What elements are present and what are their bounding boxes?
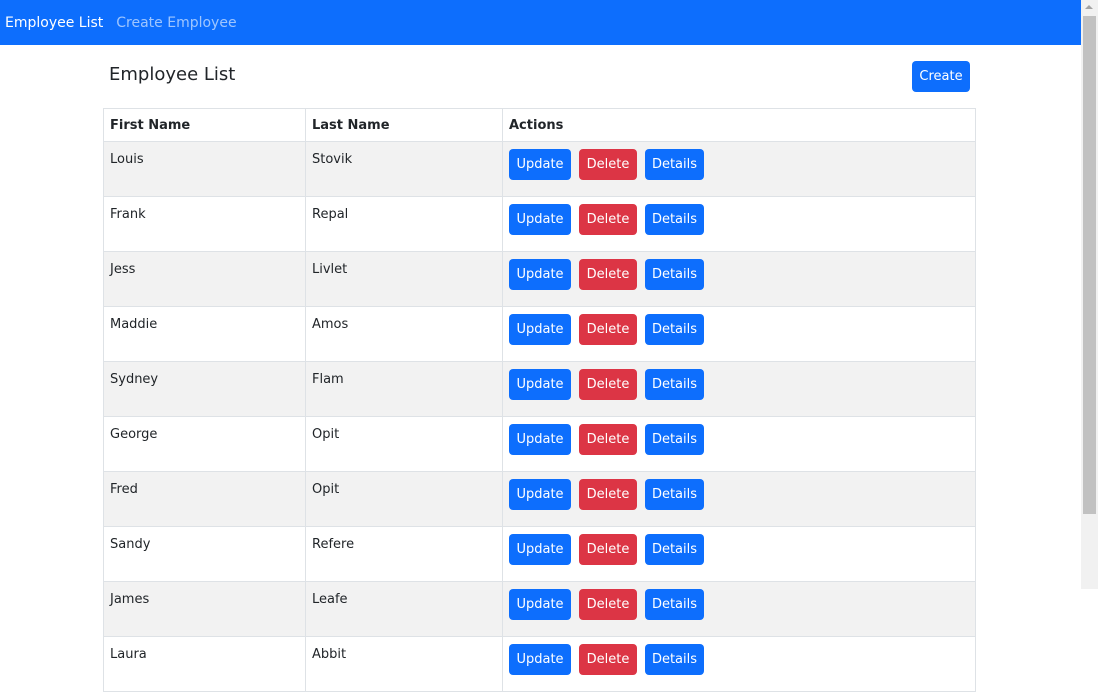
delete-button[interactable]: Delete — [579, 589, 637, 620]
page-title: Employee List — [109, 64, 236, 85]
cell-last-name: Stovik — [305, 141, 503, 197]
employee-table: First Name Last Name Actions Louis Stovik… — [103, 108, 976, 692]
cell-last-name: Amos — [305, 306, 503, 362]
cell-first-name: Frank — [103, 196, 306, 252]
delete-button[interactable]: Delete — [579, 369, 637, 400]
details-button[interactable]: Details — [645, 424, 704, 455]
update-button[interactable]: Update — [509, 204, 571, 235]
cell-first-name: Laura — [103, 636, 306, 692]
cell-actions: Update Delete Details — [502, 581, 976, 637]
update-button[interactable]: Update — [509, 424, 571, 455]
update-button[interactable]: Update — [509, 644, 571, 675]
cell-first-name: Sydney — [103, 361, 306, 417]
details-button[interactable]: Details — [645, 149, 704, 180]
cell-last-name: Leafe — [305, 581, 503, 637]
table-row: George Opit Update Delete Details — [103, 416, 976, 472]
table-row: Frank Repal Update Delete Details — [103, 196, 976, 252]
column-header-first-name: First Name — [103, 108, 306, 142]
delete-button[interactable]: Delete — [579, 424, 637, 455]
table-header-row: First Name Last Name Actions — [103, 108, 976, 142]
nav-brand-employee-list[interactable]: Employee List — [5, 15, 103, 31]
table-body: Louis Stovik Update Delete Details Frank Repal… — [103, 141, 976, 692]
table-row: Maddie Amos Update Delete Details — [103, 306, 976, 362]
delete-button[interactable]: Delete — [579, 204, 637, 235]
cell-actions: Update Delete Details — [502, 196, 976, 252]
column-header-actions: Actions — [502, 108, 976, 142]
cell-last-name: Opit — [305, 471, 503, 527]
delete-button[interactable]: Delete — [579, 479, 637, 510]
delete-button[interactable]: Delete — [579, 259, 637, 290]
scroll-up-arrow-icon[interactable] — [1085, 5, 1093, 9]
cell-actions: Update Delete Details — [502, 251, 976, 307]
table-row: Sandy Refere Update Delete Details — [103, 526, 976, 582]
delete-button[interactable]: Delete — [579, 534, 637, 565]
update-button[interactable]: Update — [509, 534, 571, 565]
cell-first-name: Jess — [103, 251, 306, 307]
cell-first-name: Maddie — [103, 306, 306, 362]
cell-last-name: Refere — [305, 526, 503, 582]
cell-actions: Update Delete Details — [502, 306, 976, 362]
table-row: Sydney Flam Update Delete Details — [103, 361, 976, 417]
navbar: Employee List Create Employee — [0, 0, 1081, 45]
cell-actions: Update Delete Details — [502, 526, 976, 582]
cell-last-name: Flam — [305, 361, 503, 417]
create-button[interactable]: Create — [912, 61, 970, 92]
update-button[interactable]: Update — [509, 314, 571, 345]
cell-first-name: Louis — [103, 141, 306, 197]
cell-last-name: Abbit — [305, 636, 503, 692]
cell-actions: Update Delete Details — [502, 416, 976, 472]
table-row: Jess Livlet Update Delete Details — [103, 251, 976, 307]
cell-first-name: James — [103, 581, 306, 637]
table-row: James Leafe Update Delete Details — [103, 581, 976, 637]
details-button[interactable]: Details — [645, 369, 704, 400]
update-button[interactable]: Update — [509, 149, 571, 180]
update-button[interactable]: Update — [509, 479, 571, 510]
delete-button[interactable]: Delete — [579, 149, 637, 180]
cell-first-name: George — [103, 416, 306, 472]
cell-last-name: Repal — [305, 196, 503, 252]
details-button[interactable]: Details — [645, 589, 704, 620]
cell-first-name: Sandy — [103, 526, 306, 582]
nav-link-create-employee[interactable]: Create Employee — [116, 15, 236, 31]
update-button[interactable]: Update — [509, 369, 571, 400]
delete-button[interactable]: Delete — [579, 644, 637, 675]
column-header-last-name: Last Name — [305, 108, 503, 142]
scroll-thumb[interactable] — [1083, 16, 1096, 514]
cell-actions: Update Delete Details — [502, 636, 976, 692]
cell-first-name: Fred — [103, 471, 306, 527]
details-button[interactable]: Details — [645, 479, 704, 510]
details-button[interactable]: Details — [645, 259, 704, 290]
cell-actions: Update Delete Details — [502, 361, 976, 417]
details-button[interactable]: Details — [645, 204, 704, 235]
cell-last-name: Livlet — [305, 251, 503, 307]
update-button[interactable]: Update — [509, 589, 571, 620]
cell-actions: Update Delete Details — [502, 471, 976, 527]
table-row: Laura Abbit Update Delete Details — [103, 636, 976, 692]
table-row: Louis Stovik Update Delete Details — [103, 141, 976, 197]
delete-button[interactable]: Delete — [579, 314, 637, 345]
cell-actions: Update Delete Details — [502, 141, 976, 197]
details-button[interactable]: Details — [645, 534, 704, 565]
details-button[interactable]: Details — [645, 314, 704, 345]
table-row: Fred Opit Update Delete Details — [103, 471, 976, 527]
update-button[interactable]: Update — [509, 259, 571, 290]
vertical-scrollbar[interactable] — [1081, 0, 1098, 589]
details-button[interactable]: Details — [645, 644, 704, 675]
cell-last-name: Opit — [305, 416, 503, 472]
